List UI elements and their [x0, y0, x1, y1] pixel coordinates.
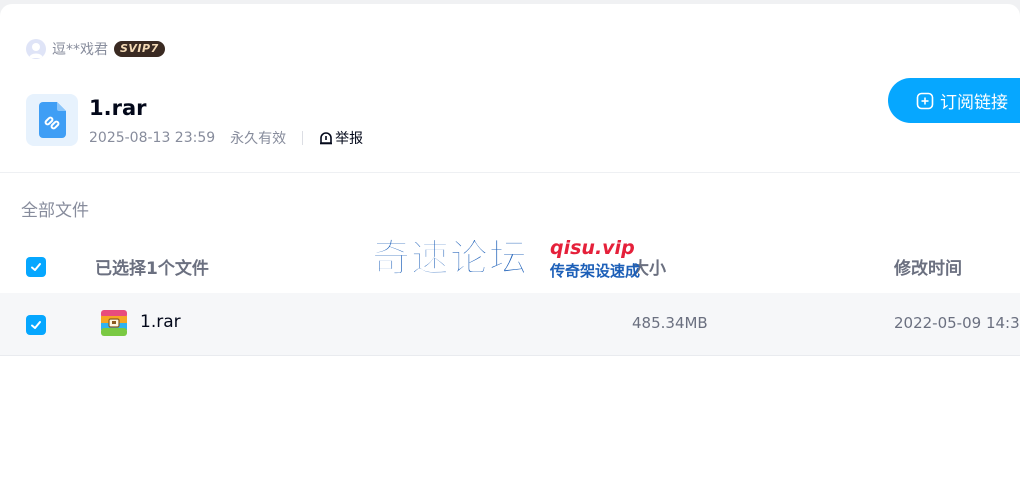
watermark: 奇速论坛 qisu.vip 传奇架设速成 [371, 233, 652, 283]
validity-label: 永久有效 [230, 131, 287, 147]
sharer-info: 逗**戏君 SVIP7 [26, 38, 165, 60]
meta-divider [302, 131, 304, 145]
breadcrumb[interactable]: 全部文件 [21, 196, 89, 221]
watermark-title: 奇速论坛 [371, 236, 529, 281]
header-divider [0, 172, 1020, 173]
row-checkbox[interactable] [26, 315, 46, 335]
file-meta: 2025-08-13 23:59 永久有效 举报 [89, 128, 363, 148]
expiry-date: 2025-08-13 23:59 [89, 130, 216, 146]
check-icon [31, 263, 41, 271]
sharer-name: 逗**戏君 [52, 42, 108, 58]
file-name[interactable]: 1.rar [140, 312, 181, 332]
link-file-icon [39, 102, 66, 138]
report-button[interactable]: 举报 [319, 128, 363, 148]
vip-badge: SVIP7 [114, 41, 165, 57]
plus-square-icon [916, 92, 934, 109]
watermark-url: qisu.vip [550, 237, 635, 259]
avatar-icon [29, 43, 43, 58]
alert-icon [320, 132, 333, 145]
rar-archive-icon [101, 310, 127, 336]
subscribe-button[interactable]: 订阅链接 [888, 78, 1020, 123]
avatar[interactable] [26, 39, 46, 59]
report-label: 举报 [335, 131, 364, 147]
modified-column-header[interactable]: 修改时间 [894, 254, 962, 279]
selection-count: 已选择1个文件 [95, 259, 209, 279]
file-modified-time: 2022-05-09 14:32 [894, 314, 1020, 332]
watermark-subtitle: 传奇架设速成 [550, 262, 641, 280]
table-row[interactable]: 1.rar 485.34MB 2022-05-09 14:32 [0, 293, 1020, 356]
page-title: 1.rar [89, 96, 147, 120]
subscribe-label: 订阅链接 [940, 93, 1008, 113]
check-icon [31, 321, 41, 329]
file-type-icon [26, 94, 78, 146]
select-all-checkbox[interactable] [26, 257, 46, 277]
share-panel: 逗**戏君 SVIP7 1.rar 2025-08-13 23:59 永久有效 … [0, 4, 1020, 490]
file-size: 485.34MB [632, 314, 708, 332]
